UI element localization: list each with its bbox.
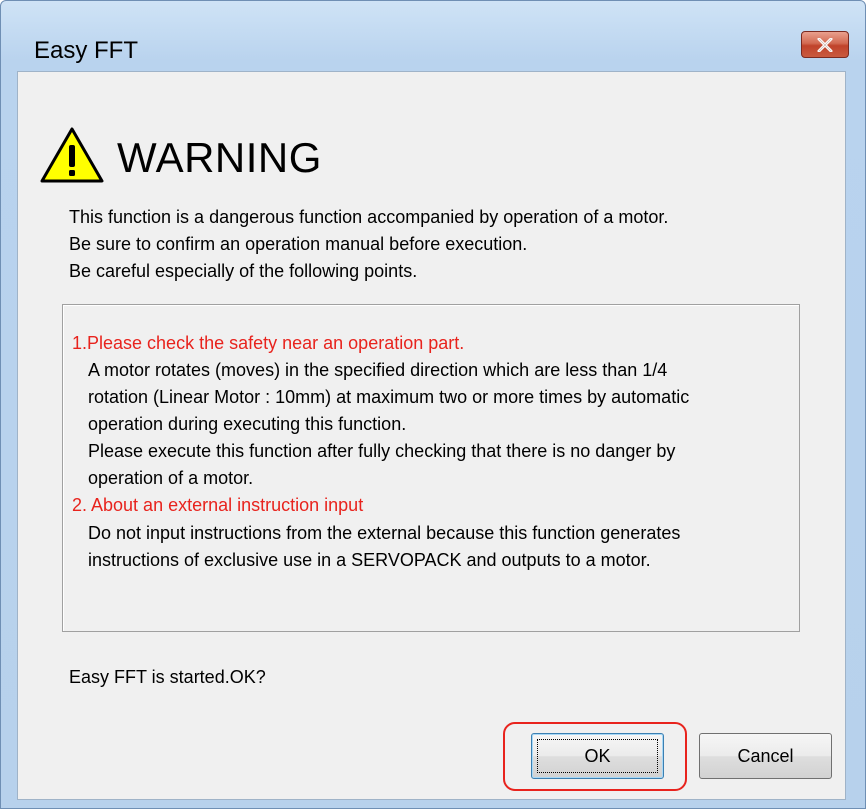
warning-heading: WARNING xyxy=(117,134,322,181)
close-icon xyxy=(817,37,833,52)
title-bar[interactable]: Easy FFT xyxy=(1,1,865,64)
ok-button-label: OK xyxy=(584,745,611,766)
point-2-heading: 2. About an external instruction input xyxy=(72,495,364,515)
ok-focus-rect: OK xyxy=(537,739,658,773)
point-1-line: operation during executing this function… xyxy=(88,414,407,434)
safety-points-group: 1.Please check the safety near an operat… xyxy=(62,304,800,632)
point-1-heading: 1.Please check the safety near an operat… xyxy=(72,333,465,353)
close-button[interactable] xyxy=(801,31,849,58)
warning-intro: This function is a dangerous function ac… xyxy=(69,204,668,285)
intro-line: This function is a dangerous function ac… xyxy=(69,207,669,227)
point-2-line: instructions of exclusive use in a SERVO… xyxy=(88,550,651,570)
point-1-line: rotation (Linear Motor : 10mm) at maximu… xyxy=(88,387,690,407)
point-2-line: Do not input instructions from the exter… xyxy=(88,523,681,543)
dialog-body: WARNING This function is a dangerous fun… xyxy=(17,71,846,800)
easy-fft-dialog: Easy FFT WARNING This function is a dang… xyxy=(0,0,866,809)
intro-line: Be sure to confirm an operation manual b… xyxy=(69,234,528,254)
point-1-body: A motor rotates (moves) in the specified… xyxy=(88,357,689,492)
cancel-button-label: Cancel xyxy=(737,745,794,766)
intro-line: Be careful especially of the following p… xyxy=(69,261,418,281)
point-1-line: Please execute this function after fully… xyxy=(88,441,676,461)
warning-triangle-icon xyxy=(40,127,104,183)
window-title: Easy FFT xyxy=(34,37,139,64)
confirm-prompt: Easy FFT is started.OK? xyxy=(69,667,266,687)
point-1-line: A motor rotates (moves) in the specified… xyxy=(88,360,668,380)
point-1-line: operation of a motor. xyxy=(88,468,254,488)
point-2-body: Do not input instructions from the exter… xyxy=(88,520,680,574)
ok-button[interactable]: OK xyxy=(531,733,664,779)
cancel-button[interactable]: Cancel xyxy=(699,733,832,779)
